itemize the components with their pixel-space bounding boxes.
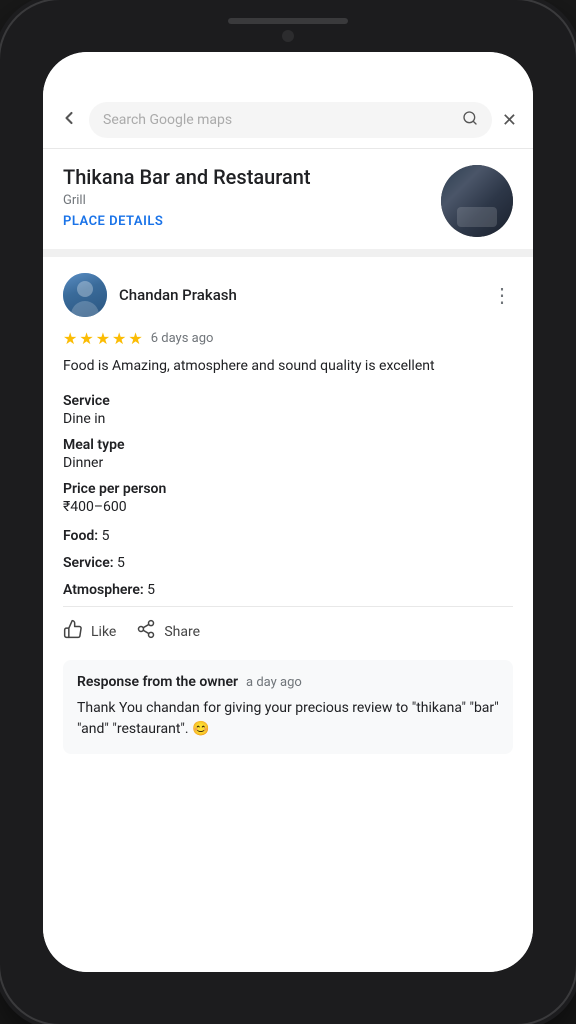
- star-3: ★: [96, 329, 110, 348]
- place-info: Thikana Bar and Restaurant Grill PLACE D…: [63, 165, 429, 229]
- reviewer-name: Chandan Prakash: [119, 286, 237, 304]
- like-label: Like: [91, 624, 116, 640]
- meal-type-detail: Meal type Dinner: [63, 437, 513, 471]
- reviewer-info: Chandan Prakash: [63, 273, 237, 317]
- back-button[interactable]: [59, 108, 79, 133]
- place-category: Grill: [63, 193, 429, 208]
- status-bar: [43, 52, 533, 96]
- owner-response-time: a day ago: [246, 675, 302, 690]
- service-score-text: Service: 5: [63, 555, 125, 571]
- owner-response-label: Response from the owner: [77, 674, 238, 690]
- star-1: ★: [63, 329, 77, 348]
- content-area: Thikana Bar and Restaurant Grill PLACE D…: [43, 149, 533, 972]
- review-time: 6 days ago: [151, 331, 214, 346]
- action-row: Like Share: [63, 606, 513, 656]
- review-text: Food is Amazing, atmosphere and sound qu…: [63, 356, 513, 377]
- star-4: ★: [112, 329, 126, 348]
- atmosphere-score: Atmosphere: 5: [63, 579, 513, 598]
- close-button[interactable]: ✕: [502, 110, 517, 131]
- food-score-text: Food: 5: [63, 528, 109, 544]
- rating-row: ★ ★ ★ ★ ★ 6 days ago: [63, 329, 513, 348]
- more-options-button[interactable]: ⋮: [492, 285, 513, 305]
- price-label: Price per person: [63, 481, 513, 497]
- avatar-inner: [63, 273, 107, 317]
- search-bar[interactable]: Search Google maps: [89, 102, 492, 138]
- like-icon: [63, 619, 83, 644]
- star-2: ★: [79, 329, 93, 348]
- reviewer-avatar: [63, 273, 107, 317]
- phone-frame: Search Google maps ✕ Thikana Bar and Res…: [0, 0, 576, 1024]
- service-value: Dine in: [63, 411, 513, 427]
- star-5: ★: [128, 329, 142, 348]
- share-button[interactable]: Share: [136, 619, 200, 644]
- price-value: ₹400–600: [63, 499, 513, 515]
- search-bar-container: Search Google maps ✕: [43, 96, 533, 149]
- like-button[interactable]: Like: [63, 619, 116, 644]
- place-details-link[interactable]: PLACE DETAILS: [63, 214, 429, 229]
- reviewer-header: Chandan Prakash ⋮: [63, 273, 513, 317]
- review-section: Chandan Prakash ⋮ ★ ★ ★ ★ ★ 6 days ago: [43, 257, 533, 770]
- owner-response-text: Thank You chandan for giving your precio…: [77, 698, 499, 740]
- meal-type-label: Meal type: [63, 437, 513, 453]
- place-image-inner: [441, 165, 513, 237]
- search-icon: [462, 110, 478, 130]
- share-label: Share: [164, 624, 200, 640]
- star-rating: ★ ★ ★ ★ ★: [63, 329, 143, 348]
- service-detail: Service Dine in: [63, 393, 513, 427]
- meal-type-value: Dinner: [63, 455, 513, 471]
- place-name: Thikana Bar and Restaurant: [63, 165, 429, 189]
- service-score: Service: 5: [63, 552, 513, 571]
- share-icon: [136, 619, 156, 644]
- price-detail: Price per person ₹400–600: [63, 481, 513, 515]
- food-score: Food: 5: [63, 525, 513, 544]
- owner-response: Response from the owner a day ago Thank …: [63, 660, 513, 754]
- owner-response-header: Response from the owner a day ago: [77, 674, 499, 690]
- screen: Search Google maps ✕ Thikana Bar and Res…: [43, 52, 533, 972]
- atmosphere-score-text: Atmosphere: 5: [63, 582, 155, 598]
- service-label: Service: [63, 393, 513, 409]
- search-placeholder: Search Google maps: [103, 112, 454, 128]
- place-header: Thikana Bar and Restaurant Grill PLACE D…: [43, 149, 533, 257]
- place-image: [441, 165, 513, 237]
